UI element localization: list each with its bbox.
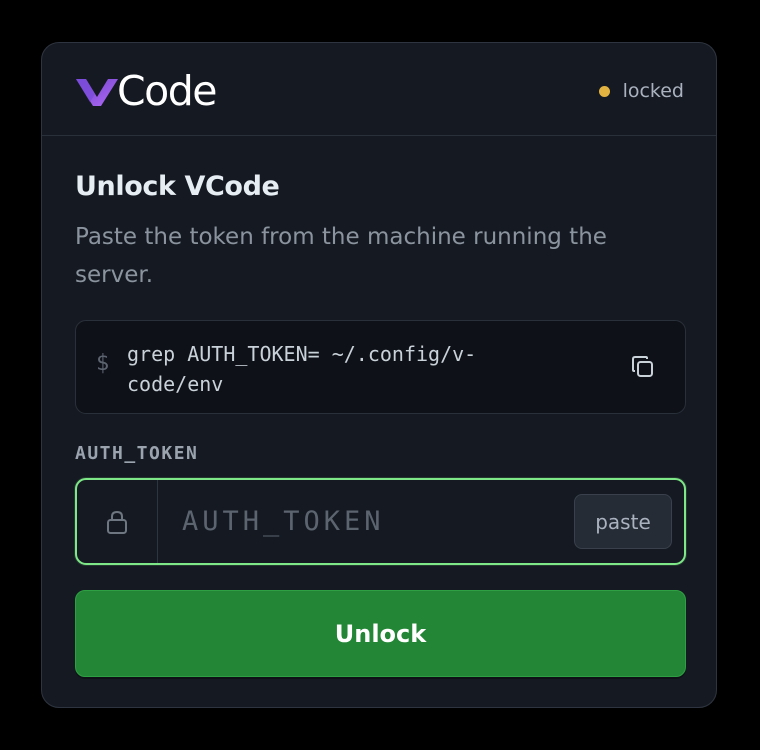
auth-token-input[interactable]	[158, 480, 568, 563]
logo-text: Code	[117, 67, 217, 115]
command-snippet: $ grep AUTH_TOKEN= ~/.config/v-code/env	[75, 320, 686, 414]
token-field-label: AUTH_TOKEN	[75, 443, 199, 464]
status-dot	[598, 85, 610, 97]
status-indicator: locked	[598, 77, 684, 105]
lock-icon	[77, 480, 158, 563]
v-logo-icon	[75, 75, 119, 107]
unlock-button[interactable]: Unlock	[75, 590, 686, 677]
page-subtitle: Paste the token from the machine running…	[75, 224, 607, 288]
status-label: locked	[622, 80, 684, 102]
vcode-logo: Code	[75, 67, 217, 115]
page-title: Unlock VCode	[75, 171, 280, 202]
paste-button[interactable]: paste	[574, 494, 672, 549]
token-input-group: paste	[75, 478, 686, 565]
unlock-card: Code locked Unlock VCode Paste the token…	[41, 42, 717, 708]
shell-prompt: $	[96, 351, 110, 376]
card-header: Code locked	[42, 43, 716, 136]
copy-icon[interactable]	[629, 353, 657, 381]
command-text: grep AUTH_TOKEN= ~/.config/v-code/env	[127, 342, 477, 396]
